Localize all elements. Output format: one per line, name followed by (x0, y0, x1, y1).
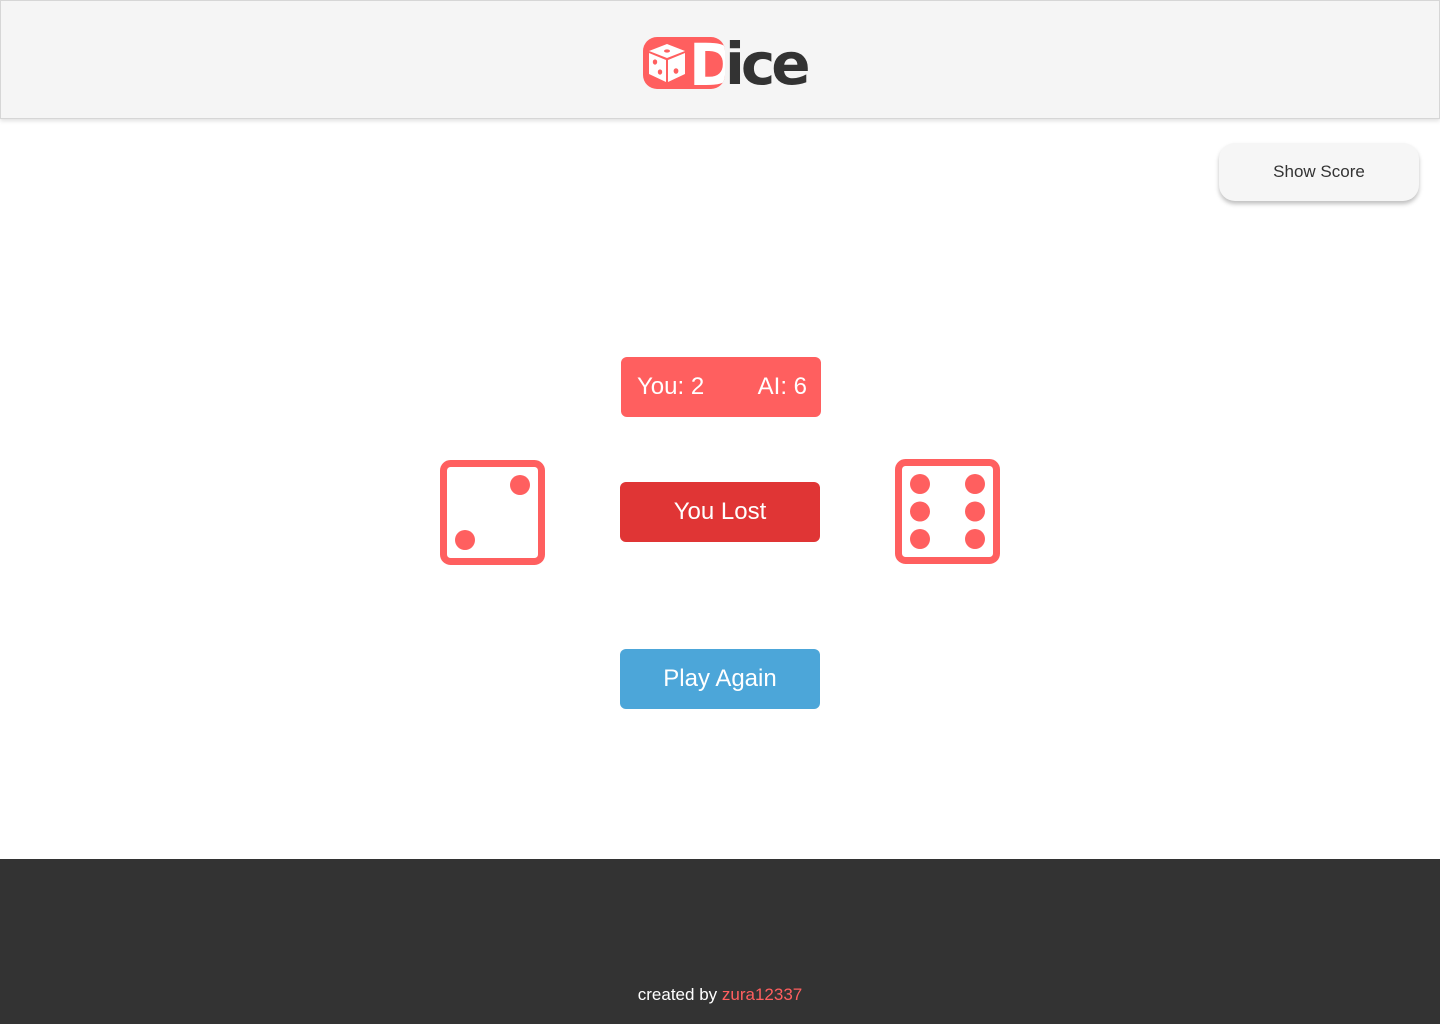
logo-badge: D (643, 37, 725, 89)
die-pip (510, 475, 530, 495)
die-pip (965, 529, 985, 549)
die-pip (910, 501, 930, 522)
author-link[interactable]: zura12337 (722, 985, 802, 1004)
die-pip (910, 474, 930, 494)
player-score: You: 2 (637, 373, 705, 400)
credit-prefix: created by (637, 985, 718, 1004)
dice-logo: D ice (643, 30, 811, 98)
dice-icon (649, 44, 685, 82)
ai-score: AI: 6 (757, 373, 807, 400)
die-pip (965, 501, 985, 522)
player-die-icon (440, 460, 545, 565)
footer: created by zura12337 (0, 859, 1440, 1024)
result-banner: You Lost (620, 482, 820, 542)
die-pip (910, 529, 930, 549)
scoreboard: You: 2 AI: 6 (621, 357, 821, 417)
ai-die-icon (895, 459, 1000, 564)
ai-die-pips (910, 474, 985, 549)
die-pip (965, 474, 985, 494)
logo-text: ice (725, 30, 811, 98)
die-pip (455, 530, 475, 550)
player-die-pips (455, 475, 530, 550)
logo-letter-d: D (689, 37, 725, 89)
credit-line: created by zura12337 (0, 985, 1440, 1005)
play-again-button[interactable]: Play Again (620, 649, 820, 709)
header: D ice (0, 0, 1440, 119)
show-score-button[interactable]: Show Score (1219, 143, 1419, 201)
